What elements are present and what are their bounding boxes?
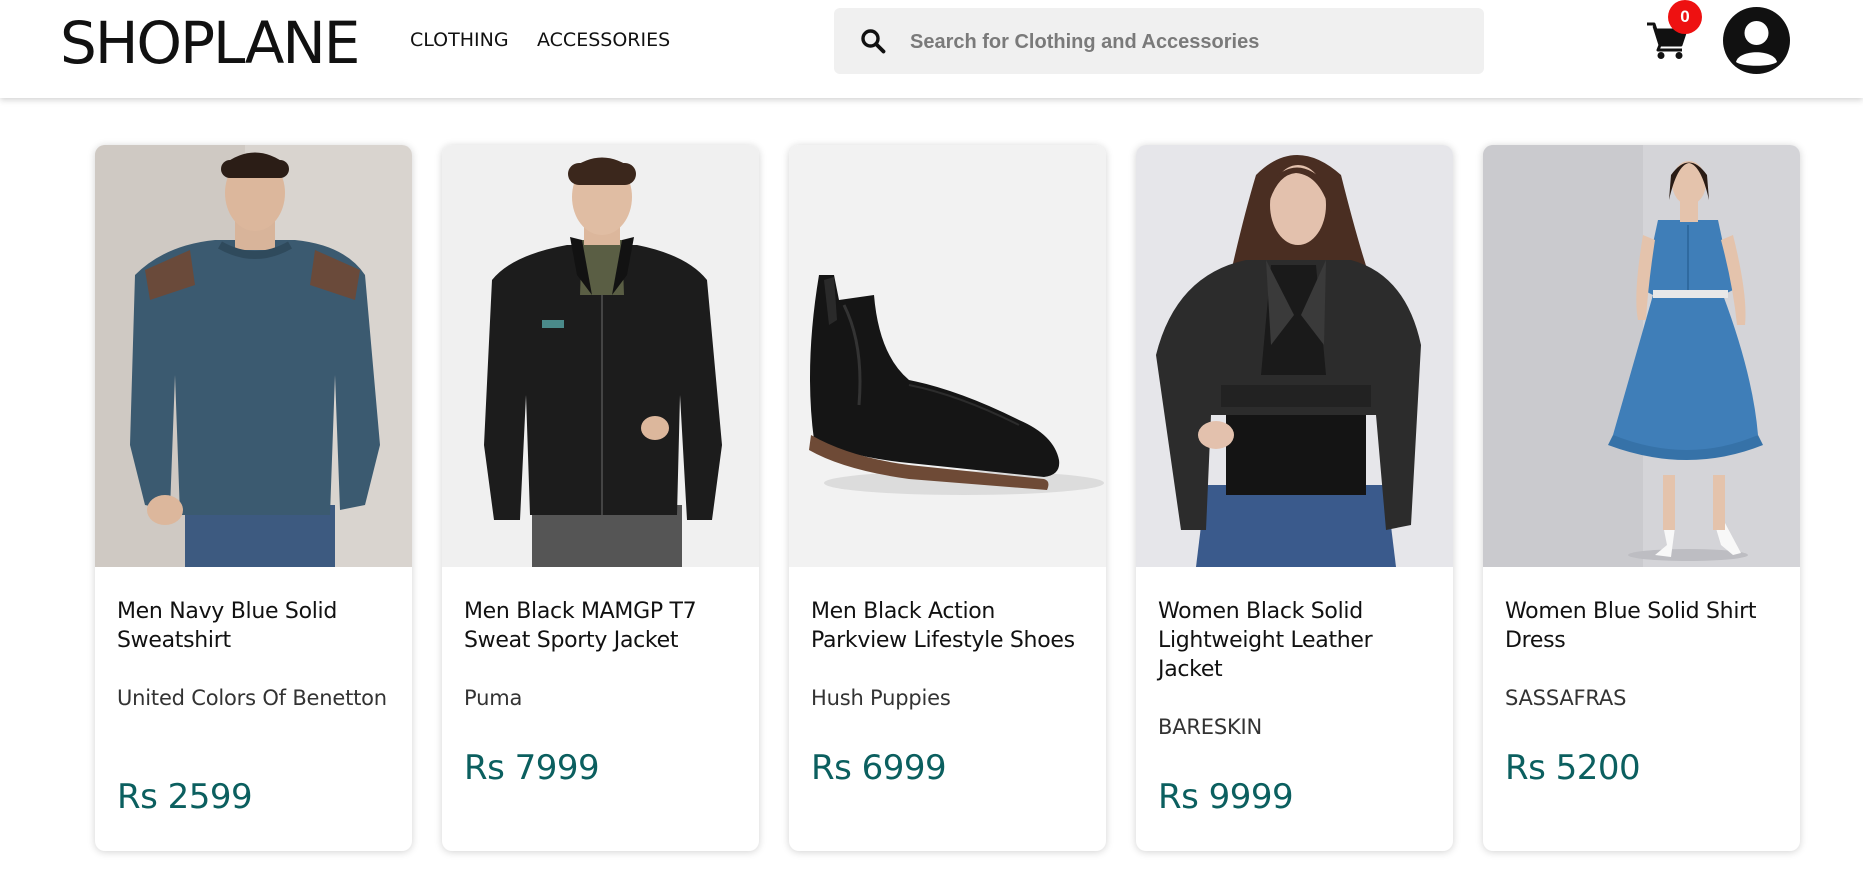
product-card[interactable]: Women Black Solid Lightweight Leather Ja… [1136,145,1453,851]
product-name: Women Blue Solid Shirt Dress [1505,599,1757,653]
product-image[interactable] [442,145,759,567]
product-brand: BARESKIN [1158,715,1263,739]
search-input[interactable] [908,20,1472,64]
product-price: Rs 7999 [464,748,600,788]
product-price: Rs 6999 [811,748,947,788]
product-name: Men Black MAMGP T7 Sweat Sporty Jacket [464,599,697,653]
product-name: Men Black Action Parkview Lifestyle Shoe… [811,599,1075,653]
product-card[interactable]: Women Blue Solid Shirt Dress SASSAFRAS R… [1483,145,1800,851]
product-brand: United Colors Of Benetton [117,686,387,710]
user-avatar-icon[interactable] [1723,7,1790,74]
product-grid: Men Navy Blue Solid Sweatshirt United Co… [95,145,1805,851]
search-bar [834,8,1484,74]
nav-accessories-link[interactable]: ACCESSORIES [537,28,670,52]
product-price: Rs 2599 [117,777,253,817]
product-card[interactable]: Men Black Action Parkview Lifestyle Shoe… [789,145,1106,851]
product-price: Rs 5200 [1505,748,1641,788]
top-navbar: SHOPLANE CLOTHING ACCESSORIES 0 [0,0,1863,98]
product-name: Women Black Solid Lightweight Leather Ja… [1158,599,1373,682]
product-brand: Puma [464,686,523,710]
product-image[interactable] [789,145,1106,567]
product-brand: SASSAFRAS [1505,686,1627,710]
product-brand: Hush Puppies [811,686,951,710]
cart-count-badge: 0 [1668,0,1702,34]
product-image[interactable] [1483,145,1800,567]
product-card[interactable]: Men Navy Blue Solid Sweatshirt United Co… [95,145,412,851]
product-image[interactable] [95,145,412,567]
nav-clothing-link[interactable]: CLOTHING [410,28,509,52]
product-image[interactable] [1136,145,1453,567]
product-price: Rs 9999 [1158,777,1294,817]
product-card[interactable]: Men Black MAMGP T7 Sweat Sporty Jacket P… [442,145,759,851]
site-logo[interactable]: SHOPLANE [60,8,360,78]
search-icon[interactable] [860,28,886,54]
product-name: Men Navy Blue Solid Sweatshirt [117,599,338,653]
